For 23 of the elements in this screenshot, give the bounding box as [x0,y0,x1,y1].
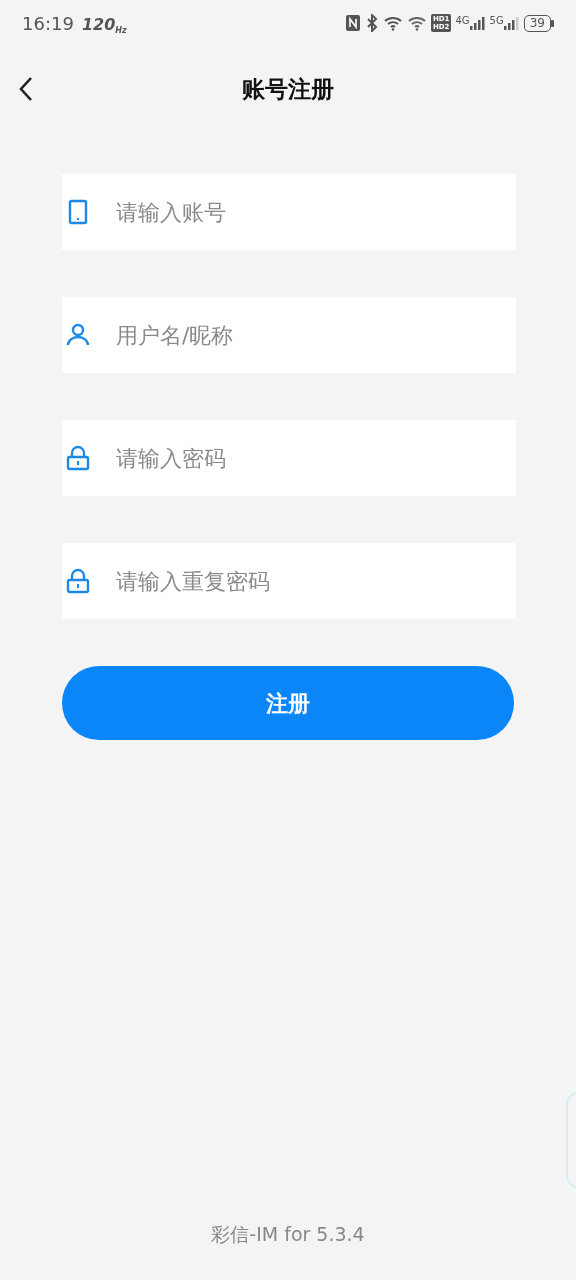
network-type: 4G [455,16,470,26]
network-type: 5G [489,16,504,26]
register-button[interactable]: 注册 [62,666,514,740]
lock-icon [66,445,90,471]
signal-icon [469,16,486,30]
input-field[interactable]: 用户名/昵称 [62,297,516,373]
nfc-icon [344,14,361,32]
input-field[interactable]: 请输入密码 [62,420,516,496]
input-field[interactable]: 请输入重复密码 [62,543,516,619]
status-time: 16:19 [22,11,74,36]
wifi-icon [406,15,427,31]
page-title: 账号注册 [242,74,334,104]
version-text: 彩信-IM for 5.3.4 [211,1222,365,1245]
lock-icon [66,568,90,594]
battery-tip-icon [551,19,554,27]
phone-icon [66,199,90,225]
signal-icon [503,16,520,30]
wifi-icon [382,15,403,31]
refresh-unit: Hz [115,25,127,37]
input-field[interactable]: 请输入账号 [62,174,516,250]
user-icon [66,322,90,348]
bluetooth-icon [364,14,379,32]
refresh-rate: 120 [81,13,116,36]
